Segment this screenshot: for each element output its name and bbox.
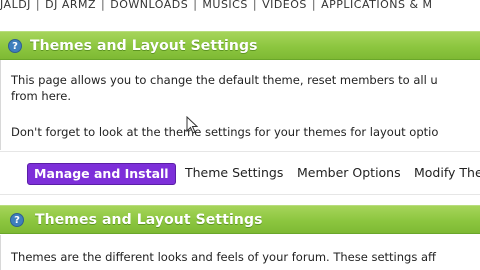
help-icon[interactable]: ? [10, 213, 24, 227]
nav-separator: | [35, 0, 41, 11]
tab-member-options[interactable]: Member Options [297, 163, 401, 183]
nav-link-jaldj[interactable]: JALDJ [0, 0, 31, 11]
top-navigation-bar: JALDJ | DJ ARMZ | DOWNLOADS | MUSICS | VIDEOS | AP… [0, 0, 480, 13]
nav-link-videos[interactable]: VIDEOS [262, 0, 307, 11]
tab-bar: Manage and Install Theme Settings Member… [0, 151, 480, 195]
nav-separator: | [193, 0, 198, 11]
section-header-themes-layout: ? Themes and Layout Settings [0, 31, 480, 60]
nav-link-applications[interactable]: APPLICATIONS & M [321, 0, 432, 11]
description-line: Don't forget to look at the theme settin… [11, 125, 439, 139]
nav-separator: | [101, 0, 106, 11]
section-title: Themes and Layout Settings [35, 212, 263, 228]
nav-separator: | [311, 0, 317, 11]
description-line: from here. [11, 89, 71, 103]
description-line: Themes are the different looks and feels… [11, 250, 436, 264]
nav-separator: | [252, 0, 258, 11]
nav-link-dj-armz[interactable]: DJ ARMZ [45, 0, 96, 11]
nav-link-musics[interactable]: MUSICS [202, 0, 247, 11]
section-description: This page allows you to change the defau… [0, 60, 480, 150]
tab-modify-themes[interactable]: Modify The [414, 163, 480, 183]
help-icon[interactable]: ? [8, 39, 22, 53]
mouse-cursor-icon [186, 116, 198, 134]
section-description-2: Themes are the different looks and feels… [0, 235, 480, 270]
nav-link-downloads[interactable]: DOWNLOADS [110, 0, 188, 11]
tab-theme-settings[interactable]: Theme Settings [185, 163, 283, 183]
description-line: This page allows you to change the defau… [11, 73, 438, 87]
section-title: Themes and Layout Settings [30, 38, 258, 54]
section-header-themes-layout-2: ? Themes and Layout Settings [0, 205, 480, 234]
tab-manage-and-install[interactable]: Manage and Install [27, 163, 176, 185]
